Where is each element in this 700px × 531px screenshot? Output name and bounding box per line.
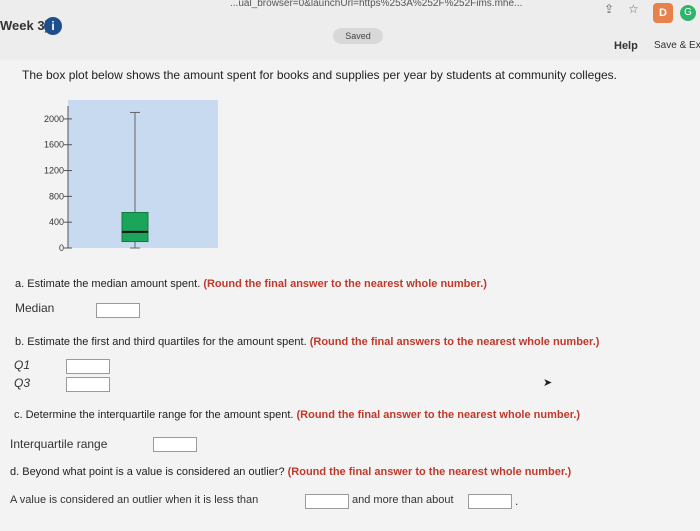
outlier-prefix: A value is considered an outlier when it… (10, 494, 259, 506)
outlier-upper-input[interactable] (468, 494, 512, 509)
median-input[interactable] (96, 303, 140, 318)
question-d-hint: (Round the final answer to the nearest w… (287, 466, 572, 478)
saved-badge: Saved (333, 28, 383, 44)
grammar-extension-icon[interactable]: G (680, 5, 696, 21)
q1-input[interactable] (66, 359, 110, 374)
question-b-hint: (Round the final answers to the nearest … (309, 336, 600, 348)
star-icon[interactable]: ☆ (628, 2, 639, 16)
question-a: a. Estimate the median amount spent. (Ro… (15, 278, 487, 290)
q3-input[interactable] (66, 377, 110, 392)
help-button[interactable]: Help (614, 40, 638, 52)
share-icon[interactable]: ⇪ (604, 2, 614, 16)
y-tick-label: 400 (49, 217, 64, 227)
outlier-suffix: . (515, 494, 519, 508)
median-label: Median (15, 301, 55, 315)
y-tick-label: 1200 (44, 166, 64, 176)
question-c-text: c. Determine the interquartile range for… (14, 409, 297, 421)
outlier-middle: and more than about (352, 494, 454, 506)
page-title: Week 3) (0, 18, 49, 33)
question-a-hint: (Round the final answer to the nearest w… (203, 278, 487, 290)
box-iqr (121, 212, 149, 243)
outlier-lower-input[interactable] (305, 494, 349, 509)
browser-toolbar: ...ual_browser=0&launchUrl=https%253A%25… (0, 0, 700, 60)
y-tick-label: 1600 (44, 140, 64, 150)
box-plot: 0 400 800 1200 1600 2000 (44, 100, 218, 253)
question-d-text: d. Beyond what point is a value is consi… (10, 466, 288, 478)
iqr-input[interactable] (153, 437, 197, 452)
q1-label: Q1 (14, 358, 31, 372)
question-a-text: a. Estimate the median amount spent. (15, 278, 204, 290)
iqr-label: Interquartile range (10, 437, 108, 451)
save-exit-button[interactable]: Save & Ex (654, 40, 700, 51)
question-b-text: b. Estimate the first and third quartile… (15, 336, 310, 348)
extension-icon[interactable]: D (653, 3, 673, 23)
y-tick-label: 0 (59, 243, 64, 253)
question-c: c. Determine the interquartile range for… (14, 409, 580, 421)
question-b: b. Estimate the first and third quartile… (15, 336, 599, 348)
address-bar[interactable]: ...ual_browser=0&launchUrl=https%253A%25… (230, 0, 522, 9)
y-tick-label: 2000 (44, 114, 64, 124)
y-tick-label: 800 (49, 191, 64, 201)
question-d: d. Beyond what point is a value is consi… (10, 466, 571, 478)
question-intro: The box plot below shows the amount spen… (22, 68, 617, 82)
info-icon[interactable]: i (44, 17, 62, 35)
q3-label: Q3 (14, 376, 31, 390)
mouse-pointer-icon: ➤ (543, 377, 553, 389)
question-c-hint: (Round the final answer to the nearest w… (296, 409, 581, 421)
